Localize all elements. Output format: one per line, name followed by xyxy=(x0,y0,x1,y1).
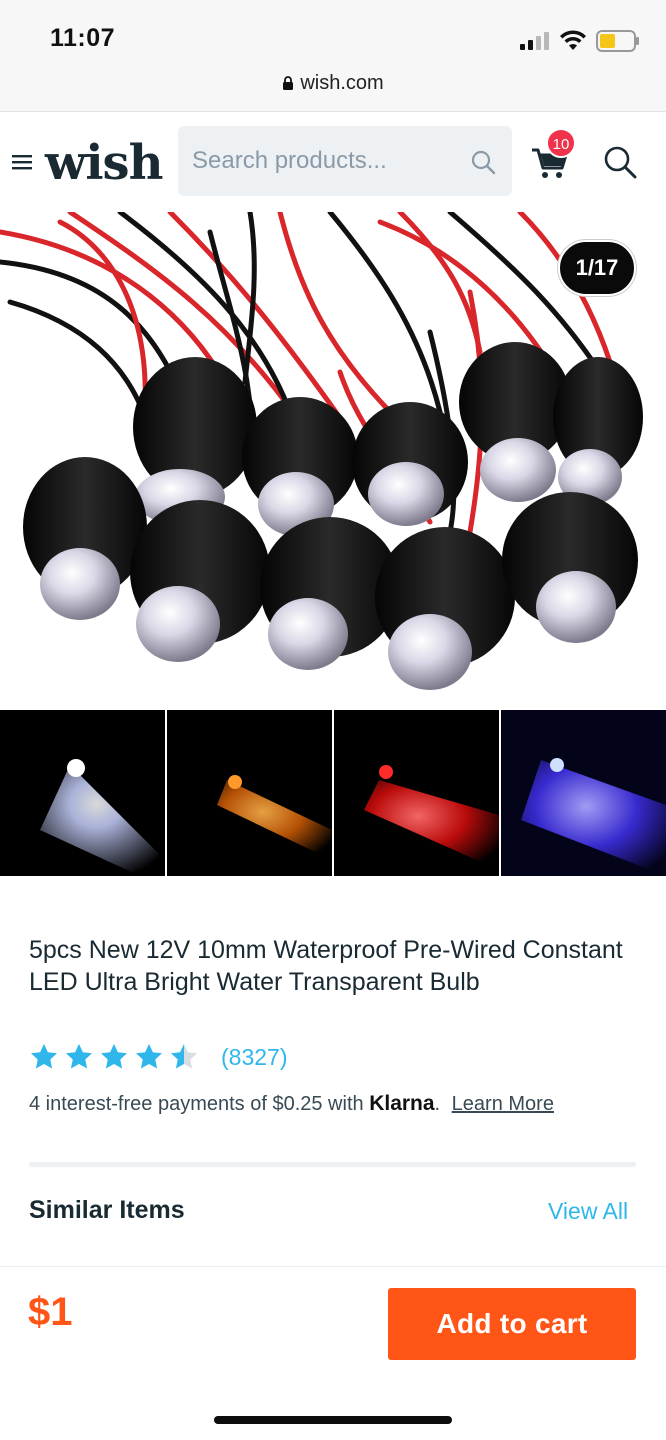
cellular-signal-icon xyxy=(520,32,549,50)
home-indicator[interactable] xyxy=(214,1416,452,1424)
blue-led-thumbnail[interactable] xyxy=(501,710,666,876)
rating-row[interactable]: (8327) xyxy=(29,1040,287,1074)
klarna-logo: Klarna xyxy=(369,1092,435,1115)
wish-logo[interactable]: wish xyxy=(45,138,163,188)
search-icon[interactable] xyxy=(602,144,638,180)
status-bar: 11:07 xyxy=(0,0,666,60)
star-full-icon xyxy=(66,1043,92,1069)
photo-counter: 1/17 xyxy=(558,240,636,296)
hamburger-menu-icon[interactable] xyxy=(12,154,32,170)
learn-more-link[interactable]: Learn More xyxy=(452,1093,554,1115)
battery-icon xyxy=(596,30,639,52)
klarna-text: 4 interest-free payments of $0.25 with xyxy=(29,1093,370,1115)
star-full-icon xyxy=(136,1043,162,1069)
add-to-cart-button[interactable]: Add to cart xyxy=(388,1288,636,1360)
search-icon[interactable] xyxy=(470,149,496,175)
review-count[interactable]: (8327) xyxy=(221,1044,287,1071)
url-text-row: wish.com xyxy=(0,72,666,95)
white-led-thumbnail[interactable] xyxy=(0,710,165,876)
section-divider xyxy=(29,1162,636,1167)
thumbnail-strip xyxy=(0,710,666,876)
view-all-link[interactable]: View All xyxy=(548,1198,628,1225)
cart-count-badge[interactable]: 10 xyxy=(546,128,576,158)
search-input[interactable] xyxy=(192,126,462,196)
star-half-icon xyxy=(171,1043,197,1069)
site-header: wish 10 xyxy=(0,112,666,212)
lock-icon xyxy=(283,76,294,90)
klarna-payment-row: 4 interest-free payments of $0.25 with K… xyxy=(29,1092,554,1116)
star-full-icon xyxy=(101,1043,127,1069)
product-price: $1 xyxy=(28,1290,73,1334)
klarna-period: . xyxy=(434,1093,441,1115)
similar-items-heading: Similar Items xyxy=(29,1196,185,1224)
search-box[interactable] xyxy=(178,126,512,196)
orange-led-thumbnail[interactable] xyxy=(167,710,332,876)
product-title: 5pcs New 12V 10mm Waterproof Pre-Wired C… xyxy=(29,936,623,996)
url-domain: wish.com xyxy=(300,72,384,94)
status-time: 11:07 xyxy=(50,24,116,52)
red-led-thumbnail[interactable] xyxy=(334,710,499,876)
wifi-icon xyxy=(560,30,586,50)
star-full-icon xyxy=(31,1043,57,1069)
url-bar[interactable]: wish.com xyxy=(0,60,666,112)
